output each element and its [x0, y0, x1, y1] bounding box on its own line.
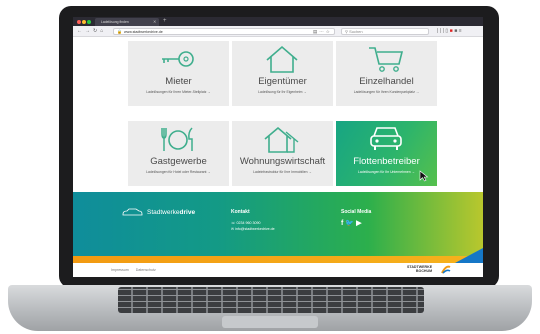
search-placeholder: Suchen [349, 29, 363, 34]
footer-social: Social Media f🐦▶ [341, 209, 371, 227]
tile-title: Gastgewerbe [150, 156, 207, 167]
browser-nav-bar: ←→↻⌂ 🔒 www.stadtwerkedrive.de ▤⋯☆ ⚲ Such… [73, 26, 483, 37]
search-icon: ⚲ [345, 29, 348, 34]
email-line[interactable]: ✉ info@stadtwerkedrive.de [231, 226, 275, 232]
laptop-mockup: Ladelösung finden ✕ + ←→↻⌂ 🔒 www.stadtwe… [0, 0, 540, 334]
social-title: Social Media [341, 209, 372, 215]
tile-subtitle: Ladelösung für Ihr Eigenheim → [258, 90, 307, 94]
brand-name: Stadtwerkedrive [147, 209, 195, 216]
kontakt-title: Kontakt [231, 209, 250, 215]
browser-toolbar: |||▯■■≡ [437, 26, 463, 37]
laptop-screen: Ladelösung finden ✕ + ←→↻⌂ 🔒 www.stadtwe… [73, 17, 483, 277]
tile-eigentuemer[interactable]: Eigentümer Ladelösung für Ihr Eigenheim … [232, 41, 333, 106]
youtube-icon[interactable]: ▶ [356, 220, 363, 227]
nav-buttons: ←→↻⌂ [77, 26, 106, 37]
search-input[interactable]: ⚲ Suchen [341, 28, 429, 35]
tile-wohnungswirtschaft[interactable]: Wohnungswirtschaft Ladeinfrastruktur für… [232, 121, 333, 186]
laptop-keyboard [118, 287, 424, 313]
datenschutz-link[interactable]: Datenschutz [136, 268, 156, 272]
laptop-trackpad [222, 316, 318, 328]
logo-line2: BOCHUM [415, 269, 433, 273]
logo-mark-icon [441, 265, 451, 274]
legal-links: Impressum Datenschutz [111, 268, 156, 272]
mouse-cursor-icon [419, 170, 429, 182]
brand-prefix: Stadtwerke [147, 209, 180, 216]
tile-title: Eigentümer [258, 76, 307, 87]
house-icon [266, 45, 298, 73]
cutlery-icon [161, 127, 193, 151]
close-tab-icon[interactable]: ✕ [153, 18, 156, 26]
forward-icon[interactable]: → [85, 28, 93, 34]
tile-subtitle: Ladelösungen für Ihren Kundenparkplatz → [353, 90, 420, 94]
page-content: Mieter Ladelösungen für Ihren Mieter-Ste… [73, 38, 483, 277]
footer-brand[interactable]: Stadtwerkedrive [121, 208, 195, 217]
tile-subtitle: Ladelösungen für Ihren Mieter-Stellplatz… [146, 90, 211, 94]
email-address: info@stadtwerkedrive.de [235, 227, 275, 231]
home-icon[interactable]: ⌂ [100, 28, 106, 34]
back-icon[interactable]: ← [77, 28, 85, 34]
stadtwerke-bochum-logo[interactable]: STADTWERKE BOCHUM [407, 265, 451, 274]
footer-kontakt: Kontakt ☏ 0234 960 3090 ✉ info@stadtwerk… [231, 209, 275, 232]
apartment-icon [264, 126, 299, 153]
maximize-window-icon[interactable] [87, 19, 91, 24]
bookmark-star-icon[interactable]: ☆ [326, 29, 332, 34]
tile-subtitle: Ladelösungen für Hotel oder Restaurant → [146, 170, 211, 174]
orange-stripe [73, 256, 483, 263]
social-icons: f🐦▶ [341, 219, 371, 227]
minimize-window-icon[interactable] [82, 19, 86, 24]
shopping-cart-icon [369, 47, 404, 72]
tile-mieter[interactable]: Mieter Ladelösungen für Ihren Mieter-Ste… [128, 41, 229, 106]
url-text: www.stadtwerkedrive.de [124, 30, 163, 34]
twitter-icon[interactable]: 🐦 [345, 220, 356, 227]
lock-icon: 🔒 [117, 29, 122, 34]
car-logo-icon [122, 208, 143, 216]
tile-einzelhandel[interactable]: Einzelhandel Ladelösungen für Ihren Kund… [336, 41, 437, 106]
url-bar-actions: ▤⋯☆ [313, 26, 332, 37]
impressum-link[interactable]: Impressum [111, 268, 129, 272]
tile-title: Wohnungswirtschaft [239, 156, 326, 167]
close-window-icon[interactable] [77, 19, 81, 24]
menu-icon[interactable]: ≡ [459, 28, 463, 34]
tile-subtitle: Ladeinfrastruktur für Ihre Immobilien → [253, 170, 312, 174]
brand-suffix: drive [179, 209, 196, 216]
car-icon [370, 127, 402, 150]
tab-title: Ladelösung finden [101, 20, 129, 24]
tile-title: Mieter [165, 76, 192, 87]
url-bar[interactable]: 🔒 www.stadtwerkedrive.de [113, 28, 335, 35]
tile-gastgewerbe[interactable]: Gastgewerbe Ladelösungen für Hotel oder … [128, 121, 229, 186]
browser-tab[interactable]: Ladelösung finden [95, 18, 159, 26]
site-footer: Stadtwerkedrive Kontakt ☏ 0234 960 3090 … [73, 192, 483, 256]
tile-title: Flottenbetreiber [353, 156, 420, 167]
browser-tab-bar: Ladelösung finden ✕ + [73, 17, 483, 26]
tile-title: Einzelhandel [359, 76, 414, 87]
new-tab-icon[interactable]: + [163, 17, 167, 26]
phone-number: 0234 960 3090 [236, 221, 261, 225]
legal-bar: Impressum Datenschutz STADTWERKE BOCHUM [73, 263, 483, 277]
key-icon [162, 51, 194, 67]
